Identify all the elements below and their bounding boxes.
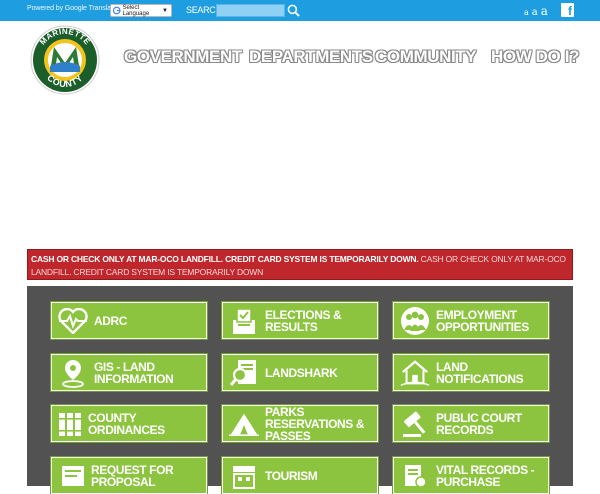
tile-label: PARKS RESERVATIONS & PASSES: [265, 404, 365, 443]
tile-county-ordinances[interactable]: COUNTY ORDINANCES: [50, 404, 208, 443]
nav-community[interactable]: COMMUNITY: [375, 47, 477, 67]
tile-label: COUNTY ORDINANCES: [88, 410, 165, 437]
font-size-medium-button[interactable]: a: [532, 7, 538, 18]
nav-government[interactable]: GOVERNMENT: [124, 47, 242, 67]
tile-tourism[interactable]: TOURISM: [221, 456, 379, 494]
books-icon: [55, 409, 85, 439]
tile-land-notifications[interactable]: LAND NOTIFICATIONS: [392, 353, 550, 392]
document-search-icon: [229, 358, 259, 388]
certificate-icon: [400, 461, 430, 491]
quick-links-panel: ADRC ELECTIONS & RESULTS EMPLOYMENT OPPO…: [27, 286, 573, 494]
nav-departments[interactable]: DEPARTMENTS: [249, 47, 373, 67]
house-icon: [400, 358, 430, 388]
map-pin-icon: [58, 358, 88, 388]
language-select[interactable]: Select Language ▼: [110, 4, 172, 17]
tile-gis-land-information[interactable]: GIS - LAND INFORMATION: [50, 353, 208, 392]
main-navigation: GOVERNMENT DEPARTMENTS COMMUNITY HOW DO …: [0, 47, 600, 69]
tile-elections-results[interactable]: ELECTIONS & RESULTS: [221, 301, 379, 340]
alert-bold-text: CASH OR CHECK ONLY AT MAR-OCO LANDFILL. …: [31, 254, 419, 264]
font-size-large-button[interactable]: a: [541, 4, 548, 18]
font-size-small-button[interactable]: a: [524, 8, 529, 17]
tile-public-court-records[interactable]: PUBLIC COURT RECORDS: [392, 404, 550, 443]
tent-icon: [229, 409, 259, 439]
tile-adrc[interactable]: ADRC: [50, 301, 208, 340]
tile-parks-reservations-passes[interactable]: PARKS RESERVATIONS & PASSES: [221, 404, 379, 443]
tile-label: ADRC: [94, 313, 128, 328]
ticket-icon: [58, 461, 88, 491]
facebook-icon[interactable]: f: [561, 3, 574, 18]
gavel-icon: [400, 409, 430, 439]
nav-how-do-i[interactable]: HOW DO I?: [491, 47, 579, 67]
language-select-value: Select Language: [122, 4, 150, 17]
alert-banner: CASH OR CHECK ONLY AT MAR-OCO LANDFILL. …: [27, 249, 573, 280]
tile-label: VITAL RECORDS - PURCHASE: [436, 462, 535, 489]
tile-request-for-proposal[interactable]: REQUEST FOR PROPOSAL: [50, 456, 208, 494]
storefront-icon: [229, 461, 259, 491]
chevron-down-icon: ▼: [162, 7, 168, 14]
google-icon: [113, 6, 121, 15]
tile-label: EMPLOYMENT OPPORTUNITIES: [436, 307, 529, 334]
ballot-box-icon: [229, 306, 259, 336]
tile-vital-records-purchase[interactable]: VITAL RECORDS - PURCHASE: [392, 456, 550, 494]
tile-landshark[interactable]: LANDSHARK: [221, 353, 379, 392]
top-utility-bar: Powered by Google Translate Select Langu…: [0, 0, 600, 21]
people-group-icon: [400, 306, 430, 336]
font-size-controls: a a a: [524, 4, 548, 18]
search-input[interactable]: [216, 4, 285, 17]
tile-label: LAND NOTIFICATIONS: [436, 359, 524, 386]
tile-label: PUBLIC COURT RECORDS: [436, 410, 522, 437]
tile-label: ELECTIONS & RESULTS: [265, 307, 342, 334]
tile-employment-opportunities[interactable]: EMPLOYMENT OPPORTUNITIES: [392, 301, 550, 340]
search-icon[interactable]: [287, 4, 300, 17]
tile-label: LANDSHARK: [265, 365, 338, 380]
tile-label: REQUEST FOR PROPOSAL: [91, 462, 174, 489]
google-translate-credit[interactable]: Powered by Google Translate: [27, 5, 117, 12]
tile-label: GIS - LAND INFORMATION: [94, 359, 174, 386]
heart-pulse-icon: [58, 306, 88, 336]
